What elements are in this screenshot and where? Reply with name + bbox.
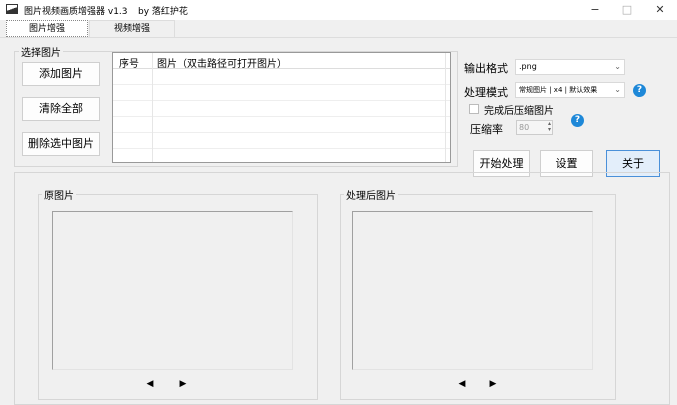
tab-divider [0,37,677,38]
compress-checkbox-label: 完成后压缩图片 [484,106,554,117]
app-icon [6,4,18,14]
column-divider [152,53,153,162]
compress-checkbox[interactable] [469,104,479,114]
processed-next-button[interactable]: ▶ [487,379,499,389]
title-bar: 图片视频画质增强器 v1.3 by 落红护花 − □ ✕ [0,0,677,20]
format-label: 输出格式 [464,62,508,75]
spinner-arrows-icon[interactable]: ▴ ▾ [548,121,551,133]
original-image-legend: 原图片 [42,187,76,202]
tab-video-enhance[interactable]: 视频增强 [89,20,175,37]
minimize-button[interactable]: − [580,2,610,18]
list-header: 序号 图片（双击路径可打开图片） [113,53,450,70]
processed-image-legend: 处理后图片 [344,187,398,202]
delete-selected-button[interactable]: 删除选中图片 [22,132,100,156]
add-image-button[interactable]: 添加图片 [22,62,100,86]
window-author: by 落红护花 [138,7,188,17]
compress-rate-label: 压缩率 [470,123,503,136]
window-title: 图片视频画质增强器 v1.3 [24,7,128,17]
original-next-button[interactable]: ▶ [177,379,189,389]
original-image-view [52,211,293,370]
tab-image-enhance[interactable]: 图片增强 [6,20,88,37]
column-path[interactable]: 图片（双击路径可打开图片） [157,55,287,70]
column-divider [445,53,446,162]
select-image-legend: 选择图片 [19,44,63,59]
format-value: .png [519,62,537,71]
chevron-down-icon: ⌄ [614,83,621,97]
original-prev-button[interactable]: ◀ [144,379,156,389]
mode-help-icon[interactable]: ? [633,84,646,97]
compress-help-icon[interactable]: ? [571,114,584,127]
mode-label: 处理模式 [464,86,508,99]
chevron-down-icon: ⌄ [614,62,621,71]
format-select[interactable]: .png ⌄ [515,59,625,75]
compress-rate-spinner[interactable]: 80 ▴ ▾ [516,120,553,135]
compress-rate-value: 80 [519,123,530,132]
close-button[interactable]: ✕ [645,2,675,18]
column-index[interactable]: 序号 [119,55,139,70]
mode-value: 常规图片 | x4 | 默认效果 [519,86,598,94]
maximize-button[interactable]: □ [612,2,642,18]
mode-select[interactable]: 常规图片 | x4 | 默认效果 ⌄ [515,82,625,98]
processed-prev-button[interactable]: ◀ [456,379,468,389]
clear-all-button[interactable]: 清除全部 [22,97,100,121]
image-list[interactable]: 序号 图片（双击路径可打开图片） [112,52,451,163]
processed-image-view [352,211,593,370]
